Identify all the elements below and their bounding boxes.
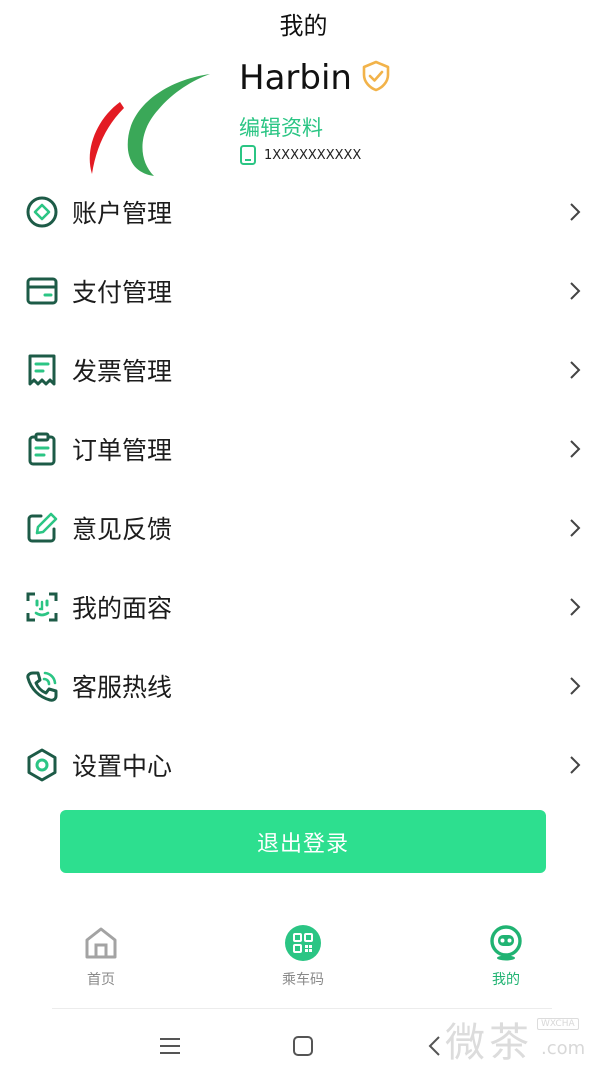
chevron-right-icon (570, 439, 581, 458)
settings-icon (27, 748, 57, 781)
chevron-right-icon (570, 755, 581, 774)
app-logo (89, 74, 210, 176)
chevron-right-icon (570, 281, 581, 300)
username: Harbin (239, 58, 352, 98)
chevron-right-icon (570, 518, 581, 537)
watermark: 微茶 WXCHA .com (445, 1010, 605, 1070)
menu-item-feedback[interactable]: 意见反馈 (0, 488, 607, 567)
menu-label: 客服热线 (72, 672, 173, 702)
logout-button[interactable]: 退出登录 (60, 810, 546, 873)
menu-label: 账户管理 (72, 198, 173, 228)
menu-item-face[interactable]: 我的面容 (0, 567, 607, 646)
chevron-right-icon (570, 202, 581, 221)
chevron-right-icon (570, 676, 581, 695)
menu-item-account[interactable]: 账户管理 (0, 172, 607, 251)
chevron-right-icon (570, 360, 581, 379)
menu-label: 意见反馈 (72, 514, 173, 544)
face-scan-icon (26, 592, 58, 621)
menu-item-hotline[interactable]: 客服热线 (0, 646, 607, 725)
edit-icon (27, 512, 58, 542)
menu-label: 订单管理 (72, 435, 173, 465)
menu-label: 支付管理 (72, 277, 173, 307)
phone-row: 1XXXXXXXXXX (239, 145, 361, 165)
menu-label: 设置中心 (72, 751, 173, 781)
mobile-phone-icon (240, 145, 256, 165)
phone-call-icon (26, 671, 58, 702)
shield-check-icon (362, 60, 390, 92)
qr-code-icon (285, 925, 321, 961)
invoice-icon (28, 354, 56, 385)
chevron-right-icon (570, 597, 581, 616)
tab-label: 乘车码 (282, 972, 324, 988)
tab-label: 首页 (87, 972, 115, 988)
menu-label: 我的面容 (72, 593, 173, 623)
phone-number: 1XXXXXXXXXX (264, 147, 362, 163)
page-title: 我的 (279, 12, 328, 40)
menu-item-payment[interactable]: 支付管理 (0, 251, 607, 330)
tab-mine[interactable]: 我的 (446, 925, 566, 989)
edit-profile-link[interactable]: 编辑资料 (239, 112, 323, 142)
menu-item-orders[interactable]: 订单管理 (0, 409, 607, 488)
tab-label: 我的 (492, 972, 520, 988)
tab-ride-code[interactable]: 乘车码 (243, 925, 363, 989)
home-square-icon[interactable] (289, 1032, 317, 1060)
account-icon (26, 196, 58, 227)
home-icon (85, 927, 117, 959)
wallet-icon (26, 277, 58, 304)
tab-home[interactable]: 首页 (41, 925, 161, 989)
watermark-badge: WXCHA (537, 1018, 579, 1030)
bottom-tab-bar: 首页 乘车码 我的 (0, 925, 607, 1000)
menu-icon[interactable] (156, 1032, 184, 1060)
clipboard-icon (28, 432, 56, 465)
menu-item-settings[interactable]: 设置中心 (0, 725, 607, 804)
watermark-suffix: .com (541, 1038, 586, 1059)
tab-divider (52, 1008, 552, 1009)
profile-robot-icon (490, 925, 522, 961)
watermark-text: 微茶 (445, 1020, 533, 1066)
settings-menu: 账户管理 支付管理 发票管理 订单管理 意见反馈 我的面容 客服热线 设置中心 (0, 172, 607, 804)
menu-label: 发票管理 (72, 356, 173, 386)
menu-item-invoice[interactable]: 发票管理 (0, 330, 607, 409)
